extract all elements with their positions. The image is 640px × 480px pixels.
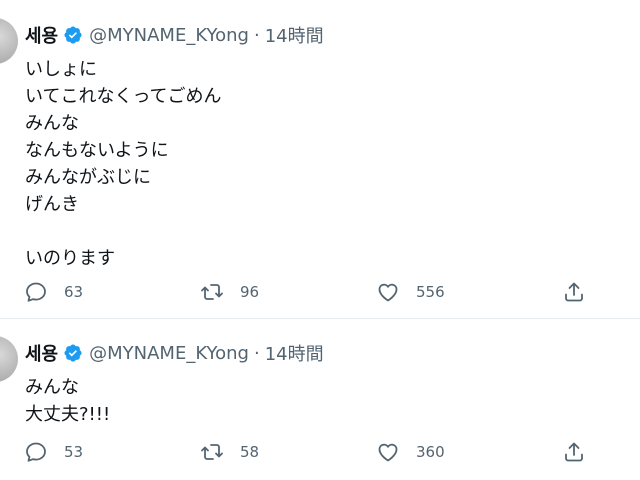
like-button[interactable]: 360 (376, 437, 445, 467)
reply-button[interactable]: 63 (24, 277, 83, 307)
avatar[interactable] (0, 18, 18, 64)
reply-icon (26, 282, 46, 302)
tweet[interactable]: 세용 @MYNAME_KYong · 14時間 みんな 大丈夫?!!! 53 5… (0, 318, 640, 480)
action-bar: 63 96 556 (0, 277, 640, 307)
tweet-header: 세용 @MYNAME_KYong · 14時間 (25, 340, 324, 366)
tweet-header: 세용 @MYNAME_KYong · 14時間 (25, 22, 324, 48)
text-line (25, 218, 222, 245)
share-button[interactable] (562, 277, 586, 307)
reply-button[interactable]: 53 (24, 437, 83, 467)
separator-dot: · (253, 342, 260, 364)
retweet-button[interactable]: 96 (200, 277, 259, 307)
retweet-count: 58 (240, 443, 260, 461)
timestamp[interactable]: 14時間 (265, 340, 324, 366)
reply-count: 63 (64, 283, 84, 301)
share-button[interactable] (562, 437, 586, 467)
reply-icon (26, 442, 46, 462)
text-line: いてこれなくってごめん (25, 86, 222, 107)
text-line: いのります (25, 248, 115, 269)
text-line: げんき (25, 194, 79, 215)
timestamp[interactable]: 14時間 (265, 22, 324, 48)
reply-count: 53 (64, 443, 84, 461)
action-bar: 53 58 360 (0, 437, 640, 467)
separator-dot: · (253, 24, 260, 46)
share-icon (565, 282, 583, 302)
avatar[interactable] (0, 336, 18, 382)
tweet-text: いしょに いてこれなくってごめん みんな なんもないように みんながぶじに げん… (25, 56, 222, 272)
retweet-button[interactable]: 58 (200, 437, 259, 467)
tweet-text: みんな 大丈夫?!!! (25, 374, 110, 428)
like-icon (378, 283, 398, 302)
retweet-icon (201, 284, 223, 300)
like-count: 360 (416, 443, 445, 461)
verified-badge-icon (64, 26, 82, 44)
handle[interactable]: @MYNAME_KYong (89, 343, 249, 364)
handle[interactable]: @MYNAME_KYong (89, 25, 249, 46)
text-line: みんながぶじに (25, 167, 151, 188)
like-button[interactable]: 556 (376, 277, 445, 307)
tweet[interactable]: 세용 @MYNAME_KYong · 14時間 いしょに いてこれなくってごめん… (0, 0, 640, 318)
retweet-icon (201, 444, 223, 460)
display-name[interactable]: 세용 (25, 340, 58, 366)
verified-badge-icon (64, 344, 82, 362)
text-line: いしょに (25, 59, 97, 80)
like-icon (378, 443, 398, 462)
retweet-count: 96 (240, 283, 260, 301)
text-line: みんな (25, 113, 79, 134)
display-name[interactable]: 세용 (25, 22, 58, 48)
text-line: 大丈夫?!!! (25, 404, 111, 425)
text-line: みんな (25, 377, 79, 398)
text-line: なんもないように (25, 140, 169, 161)
share-icon (565, 442, 583, 462)
like-count: 556 (416, 283, 445, 301)
